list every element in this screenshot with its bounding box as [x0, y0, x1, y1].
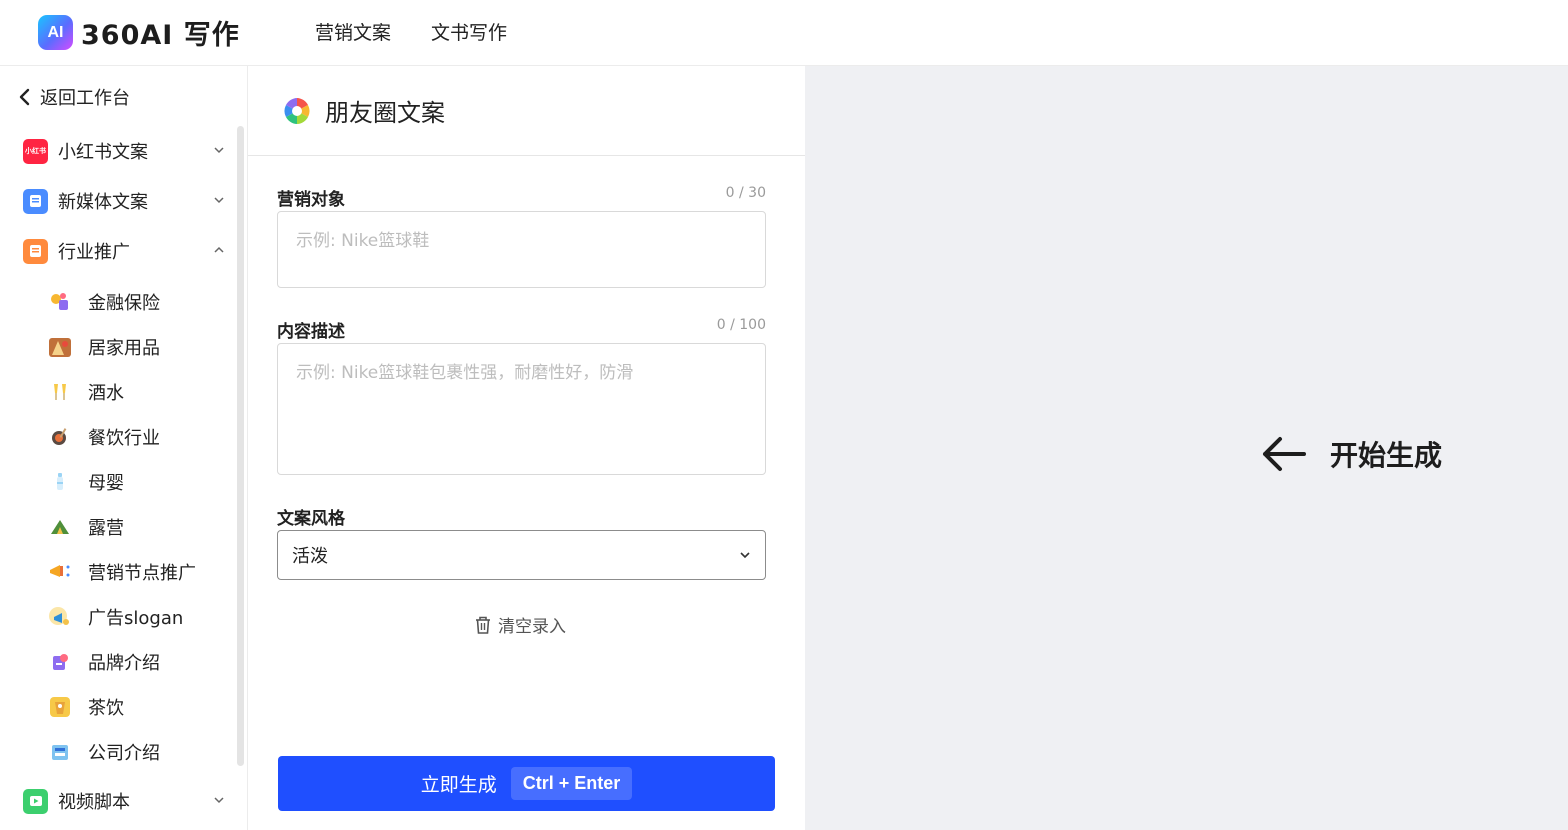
- sidebar-scrollbar[interactable]: [237, 126, 244, 766]
- start-generate-label: 开始生成: [1330, 439, 1443, 472]
- page-title: 朋友圈文案: [325, 99, 445, 127]
- sidebar-item-liquor[interactable]: 酒水: [48, 378, 228, 406]
- chevron-up-icon: [214, 246, 224, 253]
- back-to-workbench-link[interactable]: 返回工作台: [15, 84, 130, 110]
- brand-icon: [48, 650, 72, 674]
- sidebar-item-camping[interactable]: 露营: [48, 513, 228, 541]
- category-label: 行业推广: [58, 242, 130, 263]
- chevron-down-icon: [740, 552, 750, 559]
- baby-bottle-icon: [48, 470, 72, 494]
- copy-style-value: 活泼: [292, 546, 328, 567]
- sidebar-category-xiaohongshu[interactable]: 小红书 小红书文案: [23, 136, 228, 166]
- copy-style-select[interactable]: 活泼: [277, 530, 766, 580]
- start-generate-hint: 开始生成: [1260, 434, 1442, 474]
- shortcut-badge: Ctrl + Enter: [510, 767, 633, 800]
- content-description-input[interactable]: 示例: Nike篮球鞋包裹性强，耐磨性好，防滑: [277, 343, 766, 475]
- xiaohongshu-icon: 小红书: [23, 138, 48, 164]
- logo-text: 360AI 写作: [81, 20, 240, 51]
- document-icon: [23, 188, 48, 214]
- copy-style-label: 文案风格: [277, 509, 345, 529]
- form-panel: 朋友圈文案 营销对象 0 / 30 示例: Nike篮球鞋 内容描述 0 / 1…: [248, 66, 805, 830]
- tent-icon: [48, 515, 72, 539]
- sidebar-item-mother-baby[interactable]: 母婴: [48, 468, 228, 496]
- sidebar-item-tea-drinks[interactable]: 茶饮: [48, 693, 228, 721]
- sidebar-item-company-intro[interactable]: 公司介绍: [48, 738, 228, 766]
- sidebar: 返回工作台 小红书 小红书文案 新媒体文案 行业推广 金融保险 居家用品 酒水 …: [0, 66, 248, 830]
- trash-icon: [476, 616, 490, 634]
- content-description-label: 内容描述: [277, 322, 345, 342]
- sidebar-item-marketing-festival[interactable]: 营销节点推广: [48, 558, 228, 586]
- top-header: AI 360AI 写作 营销文案 文书写作: [0, 0, 1568, 66]
- nav-document-writing[interactable]: 文书写作: [431, 18, 507, 45]
- sidebar-item-finance-insurance[interactable]: 金融保险: [48, 288, 228, 316]
- arrow-left-icon: [1263, 437, 1306, 471]
- back-label: 返回工作台: [40, 88, 130, 109]
- sidebar-category-video-script[interactable]: 视频脚本: [23, 786, 228, 816]
- megaphone-icon: [48, 560, 72, 584]
- chevron-left-icon: [19, 88, 30, 106]
- finance-icon: [48, 290, 72, 314]
- company-icon: [48, 740, 72, 764]
- generate-now-button[interactable]: 立即生成 Ctrl + Enter: [278, 756, 775, 811]
- cheers-glass-icon: [48, 380, 72, 404]
- clear-input-button[interactable]: 清空录入: [474, 612, 566, 637]
- nav-marketing-copy[interactable]: 营销文案: [315, 18, 391, 45]
- chevron-down-icon: [214, 197, 224, 204]
- industry-icon: [23, 238, 48, 264]
- top-nav: 营销文案 文书写作: [315, 18, 507, 45]
- panel-header: 朋友圈文案: [248, 66, 805, 156]
- output-area: 开始生成: [805, 66, 1568, 830]
- category-label: 新媒体文案: [58, 192, 148, 213]
- sidebar-category-new-media[interactable]: 新媒体文案: [23, 186, 228, 216]
- sidebar-item-brand-intro[interactable]: 品牌介绍: [48, 648, 228, 676]
- video-icon: [23, 788, 48, 814]
- catering-bowl-icon: [48, 425, 72, 449]
- generate-label: 立即生成: [420, 774, 497, 796]
- content-description-count: 0 / 100: [716, 317, 766, 333]
- sidebar-item-catering[interactable]: 餐饮行业: [48, 423, 228, 451]
- sidebar-item-ad-slogan[interactable]: 广告slogan: [48, 603, 228, 631]
- clear-input-label: 清空录入: [498, 617, 566, 637]
- chevron-down-icon: [214, 797, 224, 804]
- home-goods-icon: [48, 335, 72, 359]
- marketing-target-placeholder: 示例: Nike篮球鞋: [296, 231, 430, 251]
- app-logo[interactable]: AI 360AI 写作: [38, 13, 240, 52]
- marketing-target-input[interactable]: 示例: Nike篮球鞋: [277, 211, 766, 288]
- marketing-target-label: 营销对象: [277, 190, 345, 210]
- tea-drink-icon: [48, 695, 72, 719]
- chevron-down-icon: [214, 147, 224, 154]
- marketing-target-count: 0 / 30: [725, 185, 766, 201]
- logo-badge-icon: AI: [38, 15, 73, 50]
- ad-slogan-icon: [48, 605, 72, 629]
- category-label: 视频脚本: [58, 792, 130, 813]
- sidebar-item-home-goods[interactable]: 居家用品: [48, 333, 228, 361]
- sidebar-category-industry-promotion[interactable]: 行业推广: [23, 236, 228, 266]
- category-label: 小红书文案: [58, 142, 148, 163]
- moments-aperture-icon: [284, 97, 310, 124]
- content-description-placeholder: 示例: Nike篮球鞋包裹性强，耐磨性好，防滑: [296, 363, 634, 383]
